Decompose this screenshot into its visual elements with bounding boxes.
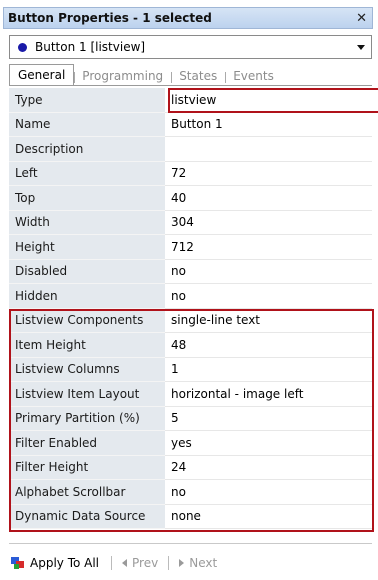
property-row-top[interactable]: Top 40 [9, 186, 372, 211]
property-key: Filter Height [9, 455, 165, 480]
property-value[interactable]: 40 [165, 186, 372, 211]
property-row-description[interactable]: Description [9, 137, 372, 162]
property-value[interactable]: single-line text [165, 309, 372, 333]
property-key: Width [9, 210, 165, 235]
property-key: Filter Enabled [9, 431, 165, 456]
property-row-dynamic-data-source[interactable]: Dynamic Data Source none [9, 504, 372, 529]
property-row-filter-height[interactable]: Filter Height 24 [9, 455, 372, 480]
property-key: Left [9, 161, 165, 186]
property-key: Type [9, 88, 165, 113]
property-row-hidden[interactable]: Hidden no [9, 284, 372, 309]
property-key: Alphabet Scrollbar [9, 480, 165, 505]
property-grid: Type listview Name Button 1 Description Le… [9, 88, 378, 532]
selector-value: Button 1 [listview] [35, 40, 146, 54]
footer-divider [9, 543, 372, 544]
property-value[interactable]: 72 [165, 162, 372, 186]
object-color-dot-icon [18, 42, 27, 52]
apply-to-all-icon [11, 557, 25, 569]
property-value[interactable]: 5 [165, 407, 372, 431]
tab-general[interactable]: General [9, 64, 75, 86]
property-row-listview-columns[interactable]: Listview Columns 1 [9, 357, 372, 382]
property-key: Name [9, 112, 165, 137]
footer-toolbar: Apply To All Prev Next [9, 552, 372, 574]
property-value[interactable]: 712 [165, 235, 372, 260]
property-key: Top [9, 186, 165, 211]
property-value[interactable]: no [165, 284, 372, 309]
arrow-right-icon [179, 559, 185, 567]
next-label: Next [189, 556, 218, 570]
property-row-width[interactable]: Width 304 [9, 210, 372, 235]
property-key: Primary Partition (%) [9, 406, 165, 431]
chevron-down-icon[interactable] [357, 45, 365, 50]
property-row-filter-enabled[interactable]: Filter Enabled yes [9, 431, 372, 456]
tab-events[interactable]: Events [225, 67, 282, 86]
object-selector-dropdown[interactable]: Button 1 [listview] [9, 35, 372, 59]
property-row-alphabet-scrollbar[interactable]: Alphabet Scrollbar no [9, 480, 372, 505]
property-row-item-height[interactable]: Item Height 48 [9, 333, 372, 358]
property-key: Disabled [9, 259, 165, 284]
property-value[interactable]: no [165, 480, 372, 505]
property-row-left[interactable]: Left 72 [9, 161, 372, 186]
apply-to-all-label: Apply To All [30, 556, 100, 570]
toolbar-separator [111, 556, 113, 570]
toolbar-separator [168, 556, 170, 570]
property-key: Listview Item Layout [9, 382, 165, 407]
property-value[interactable]: listview [165, 88, 372, 113]
property-value[interactable]: 24 [165, 456, 372, 480]
property-row-listview-components[interactable]: Listview Components single-line text [9, 308, 372, 333]
apply-to-all-button[interactable]: Apply To All [9, 554, 101, 572]
tab-states[interactable]: States [171, 67, 225, 86]
arrow-left-icon [122, 559, 128, 567]
property-value[interactable]: no [165, 260, 372, 284]
tab-underline [9, 85, 372, 86]
window-title: Button Properties - 1 selected [8, 11, 212, 25]
property-value[interactable]: 1 [165, 358, 372, 382]
tab-bar: General Programming States Events [9, 64, 372, 86]
property-value[interactable] [165, 137, 372, 162]
property-value[interactable]: 48 [165, 333, 372, 358]
property-key: Listview Components [9, 308, 165, 333]
property-value[interactable]: 304 [165, 211, 372, 235]
property-row-height[interactable]: Height 712 [9, 235, 372, 260]
property-value[interactable]: none [165, 505, 372, 529]
property-row-disabled[interactable]: Disabled no [9, 259, 372, 284]
property-row-name[interactable]: Name Button 1 [9, 112, 372, 137]
prev-button[interactable]: Prev [122, 556, 158, 570]
property-value[interactable]: horizontal - image left [165, 382, 372, 407]
property-key: Hidden [9, 284, 165, 309]
next-button[interactable]: Next [179, 556, 217, 570]
property-key: Height [9, 235, 165, 260]
property-key: Description [9, 137, 165, 162]
prev-label: Prev [132, 556, 159, 570]
title-bar: Button Properties - 1 selected ✕ [3, 7, 373, 29]
property-row-primary-partition[interactable]: Primary Partition (%) 5 [9, 406, 372, 431]
property-value[interactable]: yes [165, 431, 372, 456]
tab-programming[interactable]: Programming [74, 67, 171, 86]
property-key: Item Height [9, 333, 165, 358]
property-key: Listview Columns [9, 357, 165, 382]
property-key: Dynamic Data Source [9, 504, 165, 529]
property-value[interactable]: Button 1 [165, 113, 372, 137]
close-icon[interactable]: ✕ [356, 11, 367, 26]
property-row-listview-item-layout[interactable]: Listview Item Layout horizontal - image l… [9, 382, 372, 407]
property-row-type[interactable]: Type listview [9, 88, 372, 113]
